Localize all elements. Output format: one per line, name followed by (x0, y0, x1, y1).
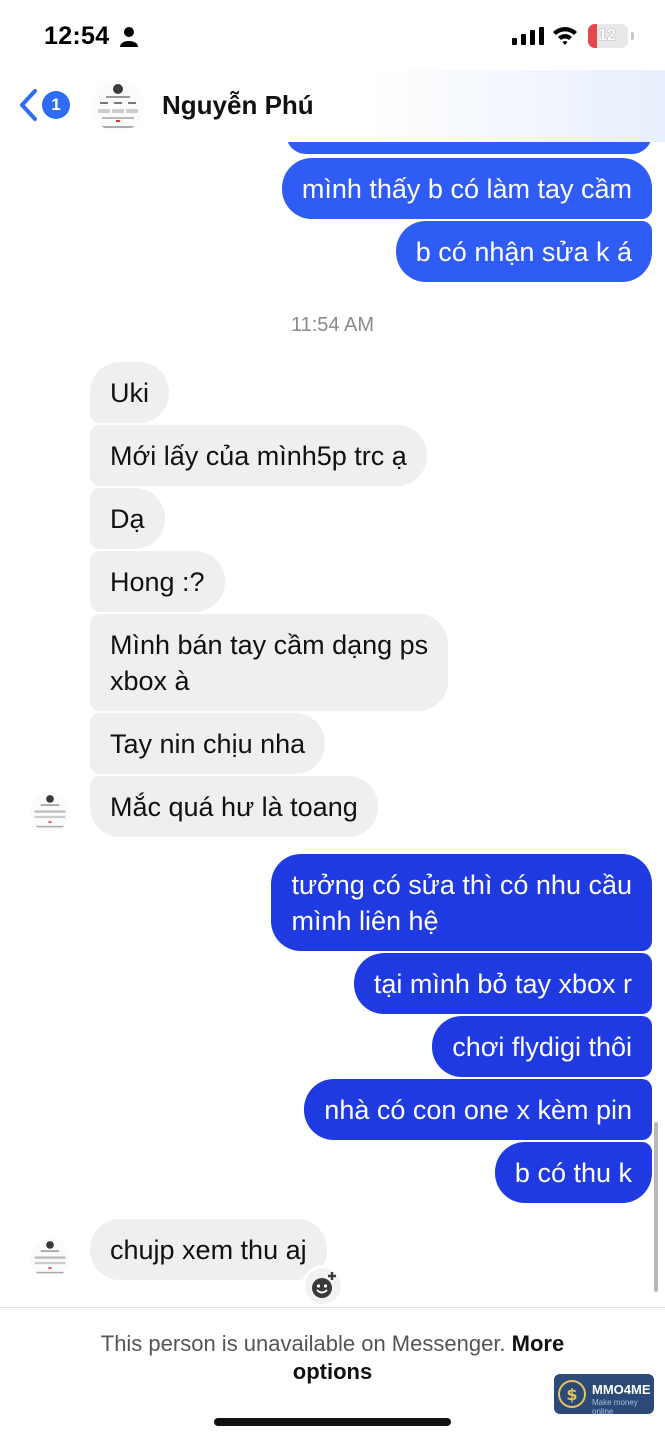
unread-badge: 1 (42, 91, 70, 119)
message-bubble-incoming[interactable]: Mình bán tay cầm dạng ps xbox à (90, 614, 449, 711)
message-text: chujp xem thu aj (110, 1235, 307, 1265)
message-bubble-outgoing[interactable]: b có thu k (494, 1142, 652, 1203)
message-text: b có nhận sửa k á (415, 237, 632, 267)
message-text-line: tưởng có sửa thì có nhu cầu (291, 870, 632, 900)
message-bubble-incoming[interactable]: Mới lấy của mình5p trc ạ (90, 425, 427, 486)
message-bubble-outgoing[interactable]: tưởng có sửa thì có nhu cầu mình liên hệ (271, 854, 652, 951)
message-text-line: xbox à (110, 666, 190, 696)
unavailable-notice: This person is unavailable on Messenger.… (60, 1330, 605, 1386)
message-bubble-outgoing-partial[interactable] (286, 142, 652, 154)
message-text: nhà có con one x kèm pin (324, 1095, 632, 1125)
sender-avatar[interactable] (30, 1238, 70, 1278)
message-text: tại mình bỏ tay xbox r (373, 969, 632, 999)
back-button[interactable]: 1 (18, 84, 74, 126)
composer-footer: This person is unavailable on Messenger.… (0, 1307, 665, 1440)
svg-text:$: $ (566, 1385, 577, 1404)
status-bar: 12:54 12 (0, 0, 665, 70)
conversation-header: 1 Nguyễn Phú (0, 70, 665, 142)
message-list[interactable]: mình thấy b có làm tay cầm b có nhận sửa… (0, 142, 665, 1307)
sender-avatar[interactable] (30, 792, 70, 832)
wifi-icon (553, 27, 577, 45)
message-bubble-outgoing[interactable]: nhà có con one x kèm pin (304, 1079, 652, 1140)
contact-name[interactable]: Nguyễn Phú (162, 90, 314, 121)
message-text: Mắc quá hư là toang (110, 792, 358, 822)
signal-icon (512, 27, 544, 45)
message-text-line: Mình bán tay cầm dạng ps (110, 630, 429, 660)
watermark-tagline: Make money online (592, 1398, 638, 1416)
watermark-brand: MMO4ME (592, 1382, 651, 1397)
home-indicator[interactable] (214, 1418, 451, 1426)
message-bubble-outgoing[interactable]: tại mình bỏ tay xbox r (353, 953, 652, 1014)
message-bubble-incoming[interactable]: Hong :? (90, 551, 225, 612)
message-timestamp: 11:54 AM (290, 314, 375, 336)
person-icon (120, 27, 138, 47)
battery-icon: 12 (588, 24, 628, 48)
add-reaction-icon (312, 1272, 336, 1298)
unavailable-text: This person is unavailable on Messenger. (100, 1331, 506, 1356)
message-bubble-incoming[interactable]: Uki (90, 362, 169, 423)
message-text-line: mình liên hệ (291, 906, 439, 936)
mmo4me-watermark: $ MMO4ME Make money online (554, 1374, 654, 1416)
battery-percent: 12 (598, 27, 616, 44)
add-reaction-button[interactable] (302, 1265, 344, 1307)
status-time: 12:54 (44, 22, 110, 50)
message-text: Hong :? (110, 567, 205, 597)
avatar-thumbnail (30, 792, 70, 832)
contact-avatar[interactable] (92, 80, 144, 132)
message-bubble-outgoing[interactable]: mình thấy b có làm tay cầm (281, 158, 652, 219)
message-bubble-incoming[interactable]: Dạ (90, 488, 165, 549)
message-text: Uki (110, 378, 149, 408)
message-bubble-outgoing[interactable]: b có nhận sửa k á (395, 221, 652, 282)
avatar-thumbnail (30, 1238, 70, 1278)
message-text: Dạ (110, 504, 145, 534)
message-bubble-outgoing[interactable]: chơi flydigi thôi (432, 1016, 652, 1077)
scroll-indicator[interactable] (654, 1122, 658, 1292)
message-bubble-incoming[interactable]: Tay nin chịu nha (90, 713, 326, 774)
message-text: b có thu k (514, 1158, 632, 1188)
message-text: Mới lấy của mình5p trc ạ (110, 441, 407, 471)
message-bubble-incoming[interactable]: chujp xem thu aj (90, 1219, 327, 1280)
message-text: mình thấy b có làm tay cầm (301, 174, 632, 204)
avatar-thumbnail (92, 80, 144, 132)
message-bubble-incoming[interactable]: Mắc quá hư là toang (90, 776, 378, 837)
battery-cap (631, 32, 634, 40)
message-text: Tay nin chịu nha (110, 729, 306, 759)
back-chevron-icon (20, 89, 37, 121)
message-text: chơi flydigi thôi (452, 1032, 632, 1062)
